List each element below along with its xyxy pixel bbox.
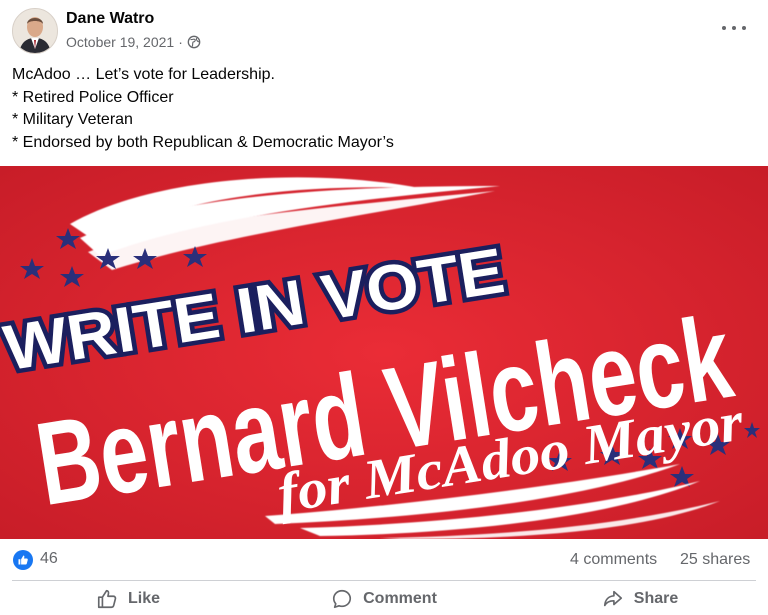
share-button-label: Share <box>633 589 679 607</box>
post-text-line: * Military Veteran <box>12 111 133 128</box>
post-text: McAdoo … Let’s vote for Leadership. * Re… <box>12 64 752 154</box>
more-dot <box>742 26 746 30</box>
reaction-count[interactable]: 46 <box>40 550 58 568</box>
comment-button-label: Comment <box>363 589 437 607</box>
comments-count[interactable]: 4 comments <box>570 551 657 569</box>
post-text-line: * Retired Police Officer <box>12 88 174 106</box>
post-date[interactable]: October 19, 2021 <box>66 34 174 50</box>
avatar[interactable] <box>12 8 58 54</box>
comment-button[interactable]: Comment <box>256 582 512 615</box>
like-button-label: Like <box>127 589 160 607</box>
like-button[interactable]: Like <box>0 582 256 615</box>
profile-photo <box>13 9 57 53</box>
meta-separator: · <box>178 34 183 50</box>
post-header: Dane Watro October 19, 2021 · <box>0 0 768 58</box>
post-image[interactable]: WRITE IN VOTE Bernard Vilcheck for McAdo… <box>0 166 768 539</box>
like-reaction-icon[interactable] <box>13 550 33 570</box>
shares-count[interactable]: 25 shares <box>680 551 750 569</box>
more-dot <box>732 26 736 30</box>
comment-icon <box>333 589 352 608</box>
divider <box>12 580 756 581</box>
share-icon <box>603 590 622 606</box>
post-text-line: McAdoo … Let’s vote for Leadership. <box>12 66 275 83</box>
post-text-line: * Endorsed by both Republican & Democrat… <box>12 133 394 151</box>
campaign-sign-image: WRITE IN VOTE Bernard Vilcheck for McAdo… <box>0 166 768 539</box>
post-stats: 46 4 comments 25 shares <box>0 540 768 580</box>
author-name[interactable]: Dane Watro <box>66 10 154 28</box>
globe-icon <box>187 35 201 49</box>
thumbs-up-icon <box>18 555 28 565</box>
more-dot <box>722 26 726 30</box>
more-options-icon[interactable] <box>722 18 746 38</box>
post-meta: October 19, 2021 · <box>66 34 201 50</box>
thumbs-up-icon <box>97 589 117 608</box>
post-actions: Like Comment Share <box>0 582 768 615</box>
share-button[interactable]: Share <box>512 582 768 615</box>
